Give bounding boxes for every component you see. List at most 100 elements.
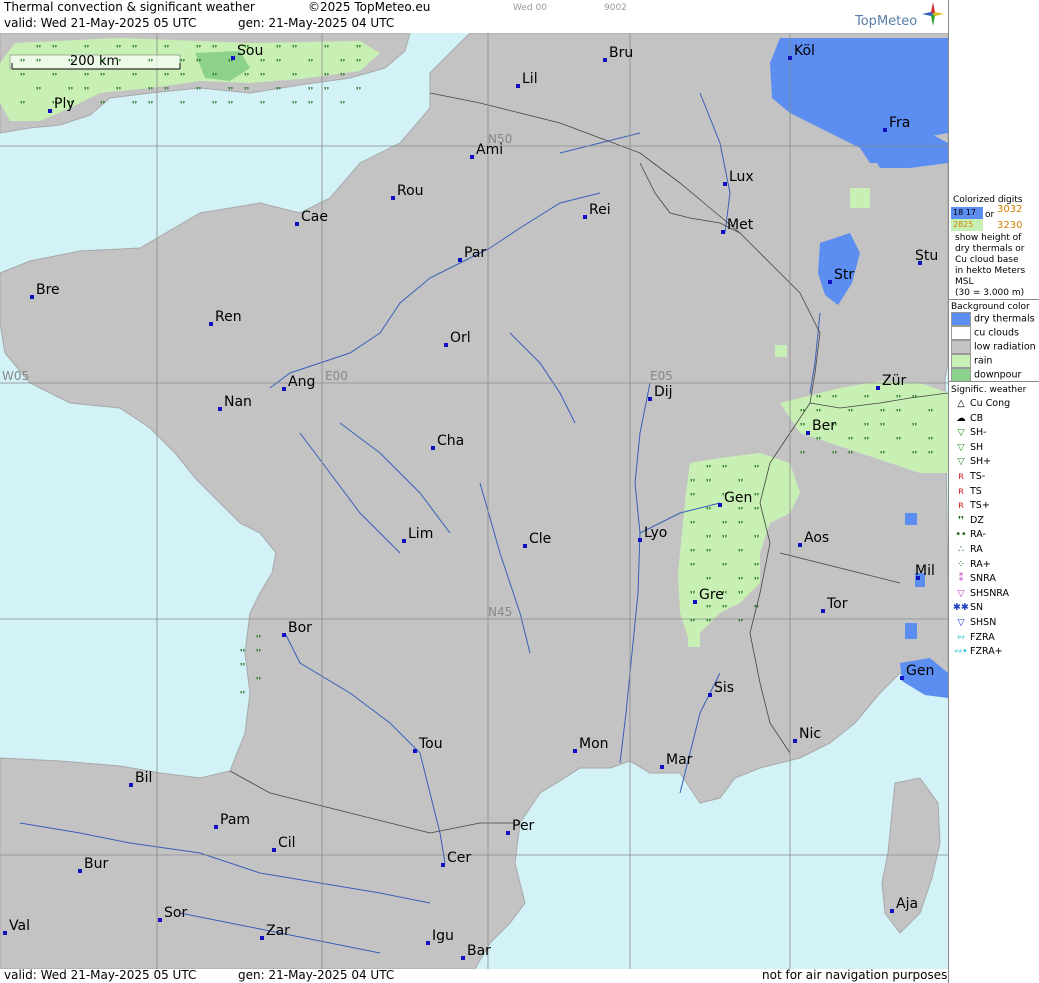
city-dot [890,909,894,913]
bg-legend-item: low radiation [951,340,1036,354]
weather-symbol-icon: ∴ [957,544,965,555]
wx-legend-label: SNRA [970,573,996,585]
city-label: Bor [288,620,312,636]
drizzle-icon: ❜❜ [800,450,805,459]
city-label: Sou [237,43,263,59]
wx-legend-item: ʀ TS [952,485,982,499]
wx-legend-item: ʀ TS+ [952,499,990,513]
city-dot [603,58,607,62]
drizzle-icon: ❜❜ [256,648,261,657]
weather-map[interactable]: N50 N45 W05 E00 E05 200 km ❜❜❜❜❜❜❜❜❜❜❜❜❜… [0,33,948,969]
drizzle-icon: ❜❜ [722,562,727,571]
drizzle-icon: ❜❜ [928,408,933,417]
wx-legend-label: SH [970,441,984,453]
drizzle-icon: ❜❜ [816,394,821,403]
city-dot [214,825,218,829]
drizzle-icon: ❜❜ [68,86,73,95]
drizzle-icon: ❜❜ [706,478,711,487]
drizzle-icon: ❜❜ [132,72,137,81]
drizzle-icon: ❜❜ [116,44,121,53]
weather-symbol-icon: ▽ [957,441,965,453]
city-label: Par [464,245,486,261]
drizzle-icon: ❜❜ [276,58,281,67]
city-dot [30,295,34,299]
city-dot [260,936,264,940]
drizzle-icon: ❜❜ [148,100,153,109]
explain-line: MSL [955,277,974,287]
wx-legend-label: DZ [970,514,984,526]
city-dot [523,544,527,548]
drizzle-icon: ❜❜ [912,450,917,459]
drizzle-icon: ❜❜ [738,520,743,529]
drizzle-icon: ❜❜ [754,506,759,515]
drizzle-icon: ❜❜ [20,100,25,109]
explain-line: show height of [955,233,1022,243]
drizzle-icon: ❜❜ [880,450,885,459]
drizzle-icon: ❜❜ [690,548,695,557]
drizzle-icon: ❜❜ [196,86,201,95]
coord-label: E00 [325,369,348,383]
explain-line: Cu cloud base [955,255,1019,265]
city-marker: Gen [900,663,934,680]
drizzle-icon: ❜❜ [52,72,57,81]
drizzle-icon: ❜❜ [754,576,759,585]
city-dot [391,196,395,200]
weather-symbol-icon: ∾ [957,631,965,643]
bg-color-title: Background color [951,302,1030,312]
drizzle-icon: ❜❜ [308,100,313,109]
city-dot [638,538,642,542]
city-dot [458,258,462,262]
city-label: Ber [812,418,836,434]
bg-legend-label: low radiation [974,341,1036,353]
city-dot [900,676,904,680]
drizzle-icon: ❜❜ [196,44,201,53]
coord-label: W05 [2,369,29,383]
color-swatch [951,326,971,340]
city-dot [129,783,133,787]
drizzle-icon: ❜❜ [928,450,933,459]
city-label: Lux [729,169,754,185]
drizzle-icon: ❜❜ [240,662,245,671]
drizzle-icon: ❜❜ [308,58,313,67]
wx-legend-item: ▽ SHSN [952,616,996,630]
color-swatch [951,354,971,368]
city-marker: Gen [718,490,752,507]
drizzle-icon: ❜❜ [180,58,185,67]
city-label: Lil [522,71,538,87]
small-code: 9002 [604,3,627,13]
drizzle-icon: ❜❜ [928,436,933,445]
city-label: Ang [288,374,315,390]
city-label: Lim [408,526,433,542]
wx-legend-label: SN [970,602,984,614]
drizzle-icon: ❜❜ [180,72,185,81]
drizzle-icon: ❜❜ [800,422,805,431]
drizzle-icon: ❜❜ [324,86,329,95]
drizzle-icon: ❜❜ [256,634,261,643]
drizzle-icon: ❜❜ [164,44,169,53]
city-dot [158,918,162,922]
city-dot [470,155,474,159]
wx-title: Signific. weather [951,385,1027,395]
coord-label: E05 [650,369,673,383]
bg-legend-label: downpour [974,369,1022,381]
wx-legend-item: ✱✱SN [952,601,983,615]
city-label: Rou [397,183,424,199]
weather-symbol-icon: ⁑ [958,573,964,585]
drizzle-icon: ❜❜ [356,86,361,95]
weather-symbol-icon: ☁ [956,412,966,424]
city-label: Rei [589,202,611,218]
drizzle-icon: ❜❜ [340,100,345,109]
city-label: Gre [699,587,724,603]
weather-symbol-icon: ▽ [957,617,965,628]
city-dot [209,322,213,326]
city-dot [282,633,286,637]
drizzle-icon: ❜❜ [738,590,743,599]
drizzle-icon: ❜❜ [706,534,711,543]
wx-legend-label: FZRA+ [970,646,1003,658]
drizzle-icon: ❜❜ [256,676,261,685]
city-dot [231,56,235,60]
city-label: Ren [215,309,242,325]
wx-legend-item: ▽ SH+ [952,455,991,469]
drizzle-icon: ❜❜ [754,534,759,543]
city-dot [788,56,792,60]
